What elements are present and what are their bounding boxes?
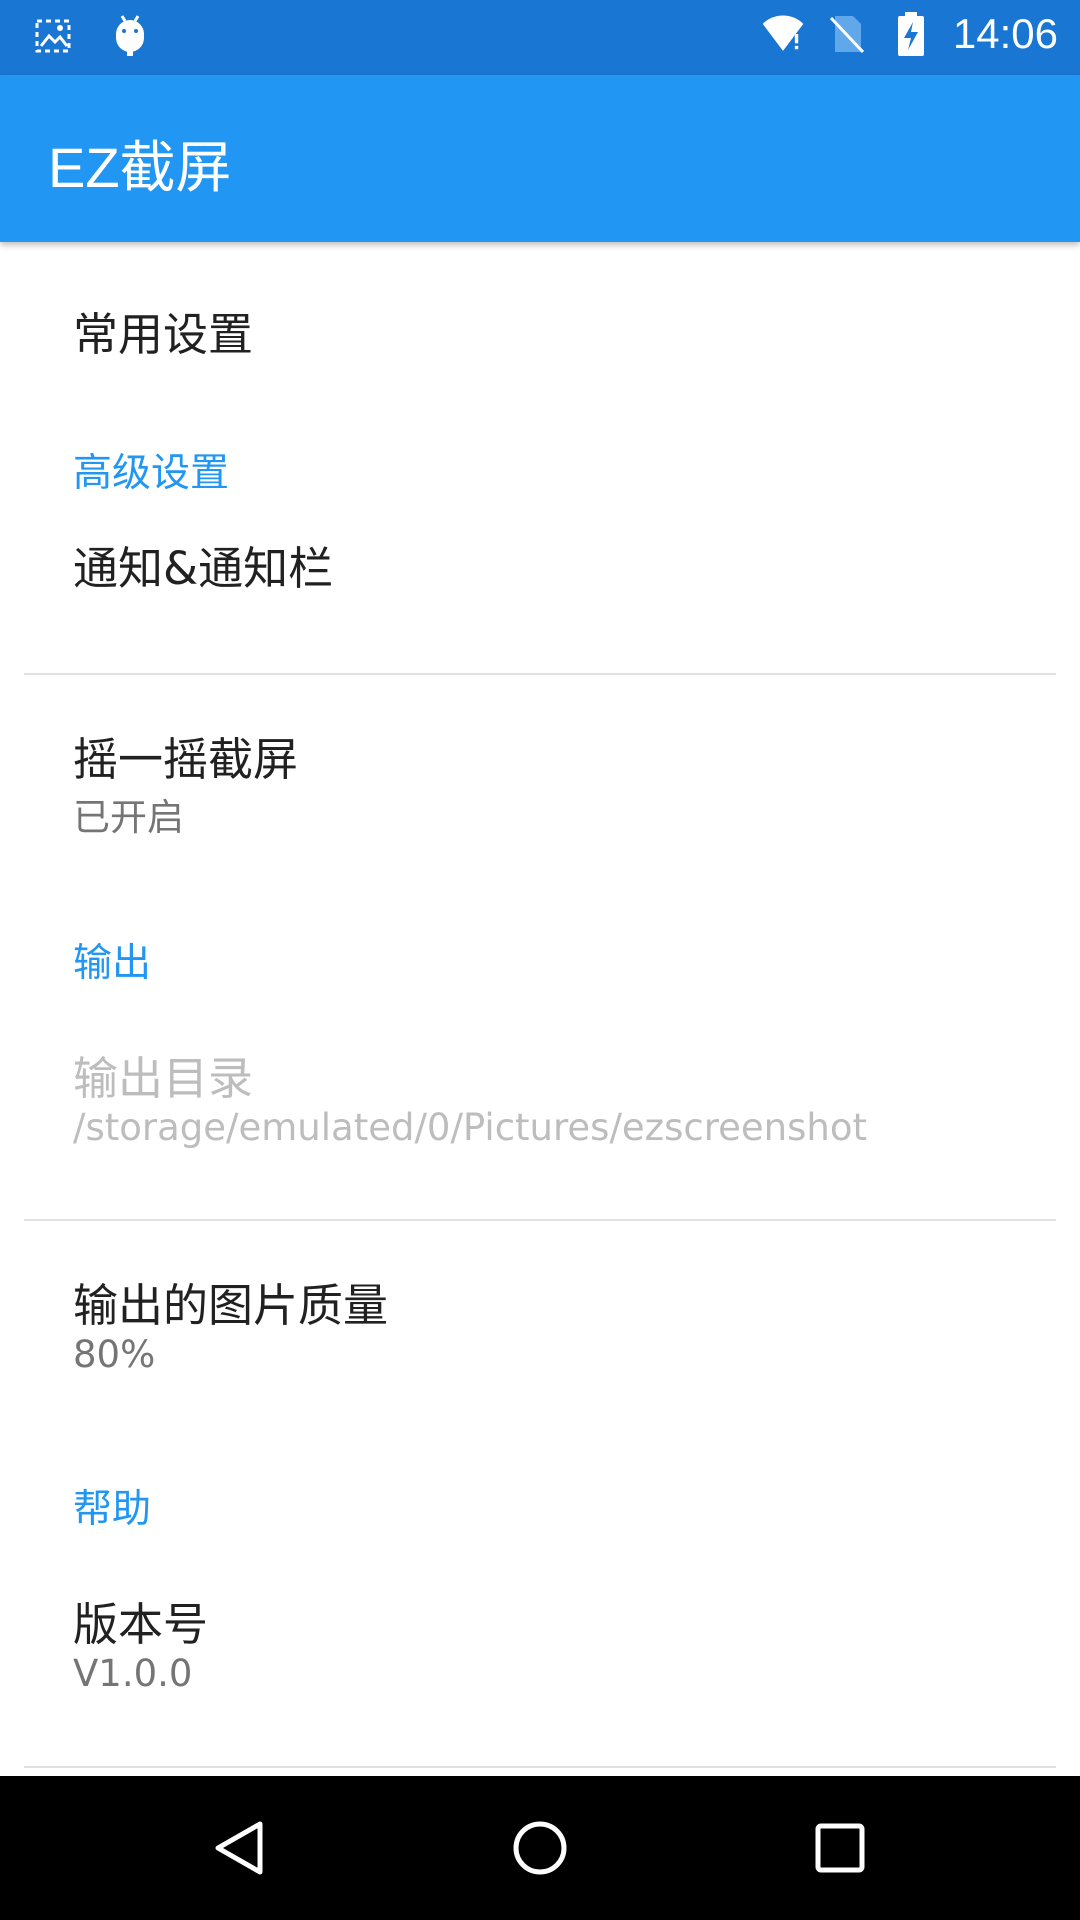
pref-summary: /storage/emulated/0/Pictures/ezscreensho… (73, 1106, 867, 1149)
category-title: 输出 (73, 941, 152, 986)
pref-title: 常用设置 (73, 308, 254, 361)
pref-title: 摇一摇截屏 (73, 733, 299, 786)
pref-notifications[interactable]: 通知&通知栏 (0, 512, 1080, 642)
pref-common-settings[interactable]: 常用设置 (0, 242, 1080, 362)
category-title: 高级设置 (73, 451, 230, 496)
home-icon[interactable] (470, 1776, 610, 1920)
app-bar: EZ截屏 (0, 75, 1080, 242)
recents-icon[interactable] (770, 1776, 910, 1920)
status-bar: 14:06 (0, 0, 1080, 75)
divider (24, 1766, 1056, 1768)
preference-list[interactable]: 常用设置 高级设置 通知&通知栏 摇一摇截屏 已开启 输出 输出目录 /stor… (0, 242, 1080, 1776)
pref-title: 通知&通知栏 (73, 542, 334, 595)
screenshot-icon (32, 14, 76, 58)
app-title: EZ截屏 (48, 136, 232, 199)
pref-summary: 已开启 (73, 796, 184, 839)
pref-summary: 80% (73, 1333, 156, 1376)
battery-charging-icon (889, 12, 933, 56)
category-help: 帮助 (0, 1478, 1080, 1538)
pref-version[interactable]: 版本号 V1.0.0 (0, 1548, 1080, 1748)
pref-title: 版本号 (73, 1598, 209, 1651)
pref-shake-screenshot[interactable]: 摇一摇截屏 已开启 (0, 675, 1080, 875)
pref-output-directory: 输出目录 /storage/emulated/0/Pictures/ezscre… (0, 1002, 1080, 1202)
pref-summary: V1.0.0 (73, 1652, 193, 1695)
navigation-bar (0, 1776, 1080, 1920)
back-icon[interactable] (170, 1776, 310, 1920)
category-output: 输出 (0, 932, 1080, 992)
android-debug-icon (108, 14, 152, 58)
wifi-icon (761, 12, 805, 56)
pref-title: 输出目录 (73, 1052, 254, 1105)
status-time: 14:06 (952, 10, 1058, 57)
pref-image-quality[interactable]: 输出的图片质量 80% (0, 1221, 1080, 1421)
category-advanced: 高级设置 (0, 442, 1080, 502)
category-title: 帮助 (73, 1487, 152, 1532)
pref-title: 输出的图片质量 (73, 1279, 389, 1332)
no-sim-icon (825, 12, 869, 56)
